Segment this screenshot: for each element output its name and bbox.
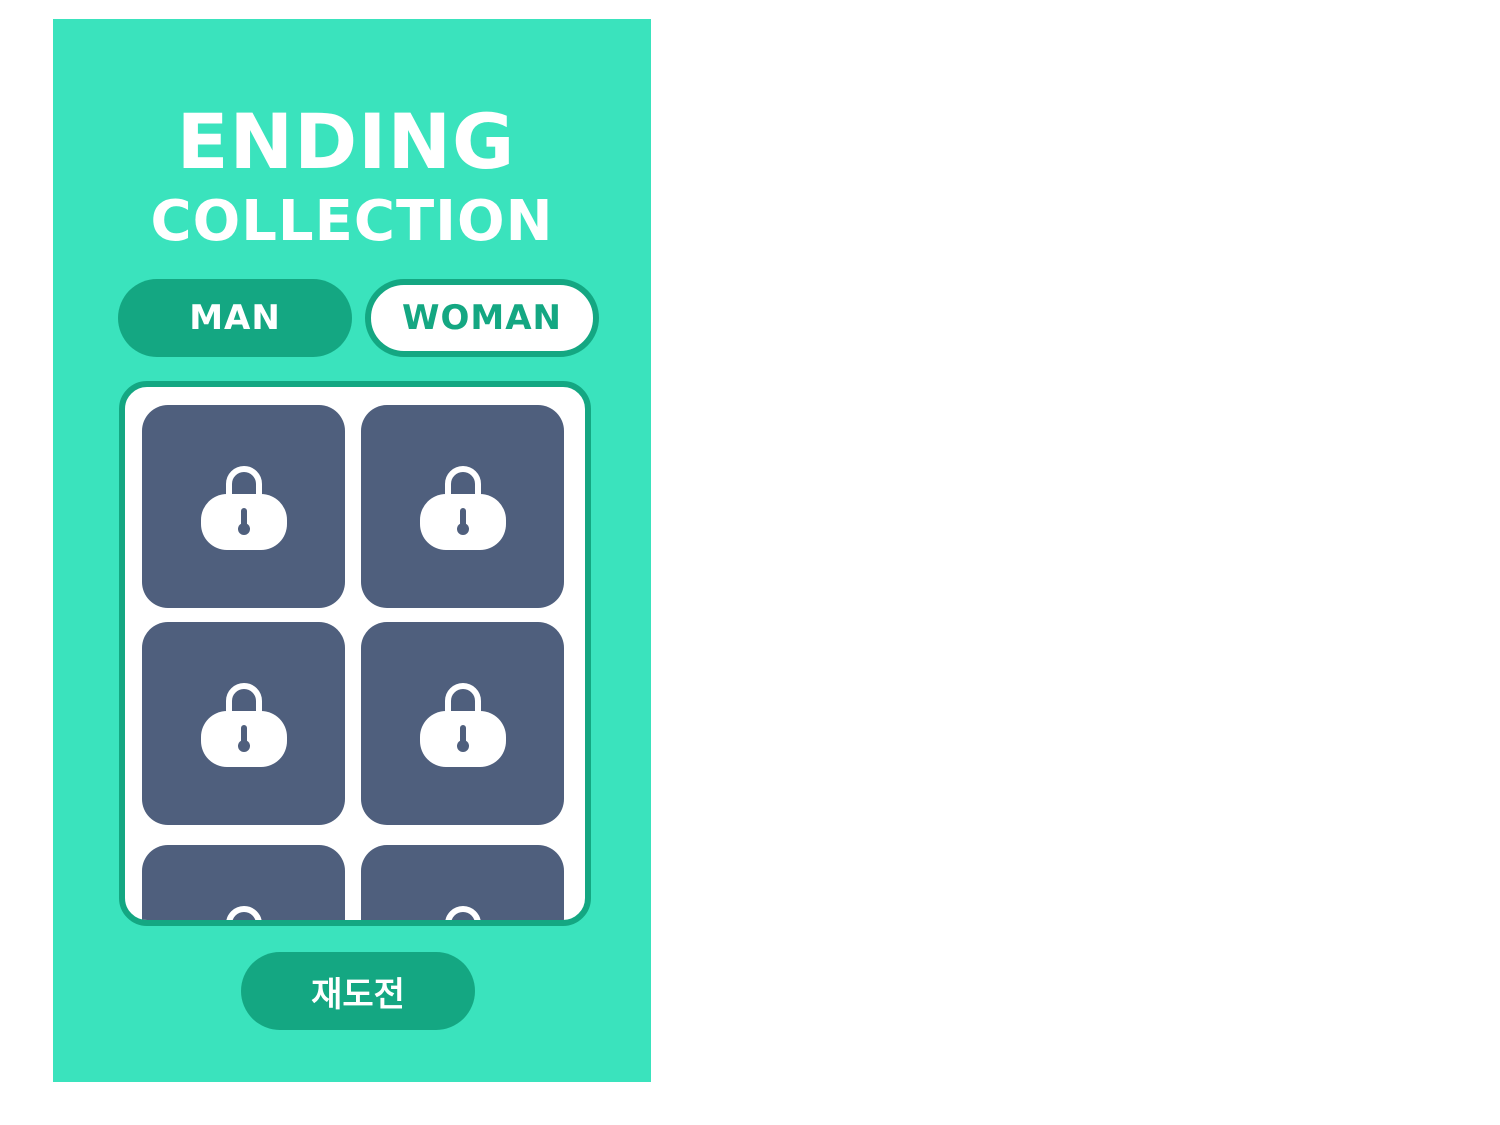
ending-slot-locked[interactable] [361,622,564,825]
ending-grid[interactable] [119,381,591,926]
ending-slot-locked[interactable] [142,845,345,920]
lock-icon [225,905,262,920]
ending-slot-locked[interactable] [361,405,564,608]
lock-icon [419,465,506,550]
ending-slot-locked[interactable] [361,845,564,920]
title-collection: COLLECTION [150,189,554,254]
ending-slot-locked[interactable] [142,405,345,608]
lock-icon [200,682,287,767]
ending-slot-locked[interactable] [142,622,345,825]
lock-icon [200,465,287,550]
lock-icon [419,682,506,767]
tab-woman[interactable]: WOMAN [365,279,599,357]
lock-icon [444,905,481,920]
tab-man[interactable]: MAN [118,279,352,357]
ending-grid-scroll-area[interactable] [142,405,570,920]
title-ending: ENDING [176,97,516,186]
ending-collection-panel: ENDING COLLECTION MAN WOMAN 재도전 [53,19,651,1082]
retry-button[interactable]: 재도전 [241,952,475,1030]
